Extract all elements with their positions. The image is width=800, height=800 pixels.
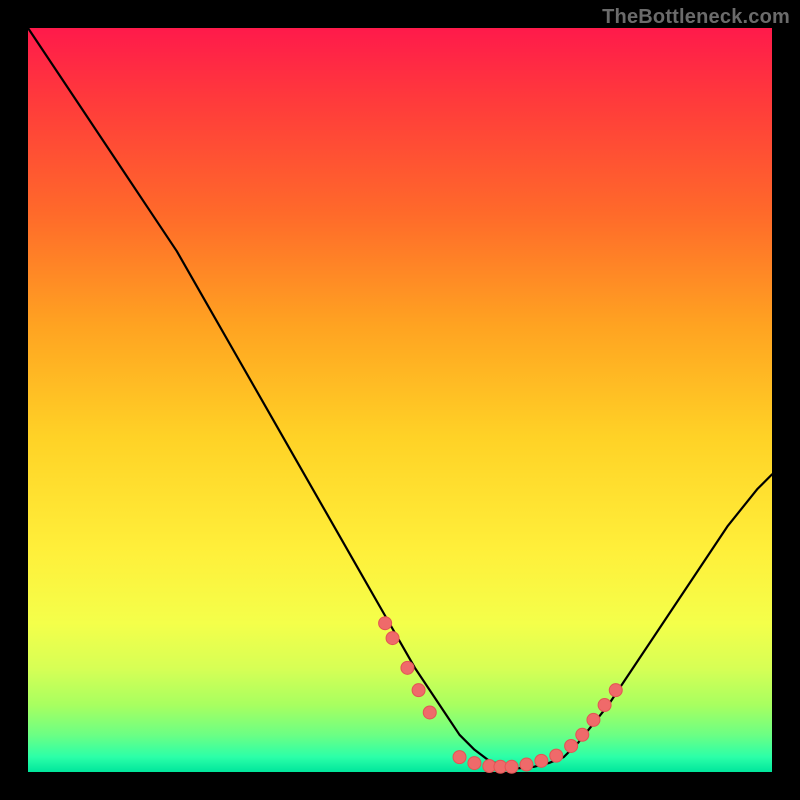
- watermark-text: TheBottleneck.com: [602, 6, 790, 29]
- bottleneck-curve: [28, 28, 772, 768]
- data-dot: [453, 751, 466, 764]
- data-dot: [468, 757, 481, 770]
- data-dot: [412, 684, 425, 697]
- data-dot: [386, 632, 399, 645]
- data-dot: [401, 661, 414, 674]
- data-dot: [520, 758, 533, 771]
- data-dot: [505, 760, 518, 773]
- data-dot: [379, 617, 392, 630]
- data-dot: [609, 684, 622, 697]
- data-dot: [576, 728, 589, 741]
- curve-svg: [28, 28, 772, 772]
- plot-area: [28, 28, 772, 772]
- data-dot: [423, 706, 436, 719]
- data-dot: [598, 699, 611, 712]
- data-dots: [379, 617, 623, 774]
- data-dot: [535, 754, 548, 767]
- data-dot: [587, 713, 600, 726]
- data-dot: [550, 749, 563, 762]
- data-dot: [565, 739, 578, 752]
- chart-frame: TheBottleneck.com: [0, 0, 800, 800]
